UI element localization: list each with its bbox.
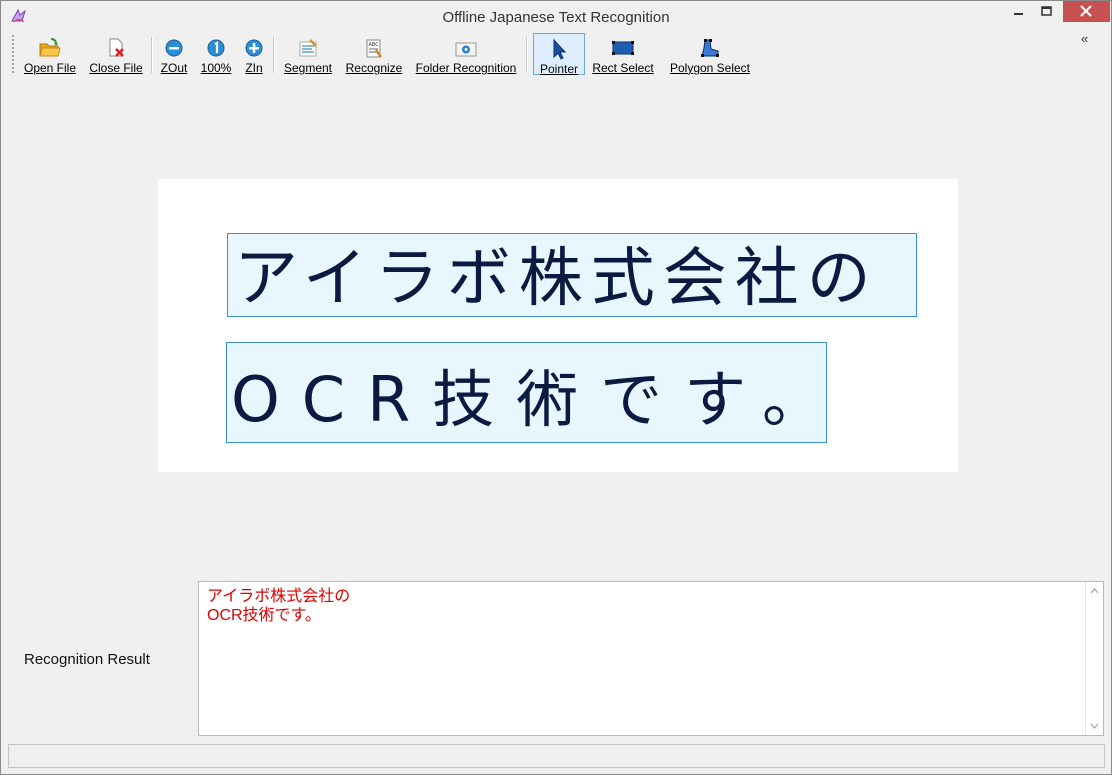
text-line-selection-2[interactable]: OCR技術です。	[226, 342, 827, 443]
polygon-select-label: Polygon Select	[669, 61, 751, 75]
window-title: Offline Japanese Text Recognition	[442, 9, 670, 26]
toolbar-separator	[151, 37, 153, 73]
toolbar: Open File Close File ZOut 100% ZIn Segme…	[8, 31, 1106, 77]
title-bar: Offline Japanese Text Recognition	[1, 1, 1111, 31]
recognition-result-label: Recognition Result	[24, 651, 150, 668]
segment-label: Segment	[283, 61, 333, 75]
document-image: アイラボ株式会社の OCR技術です。	[158, 179, 958, 472]
svg-text:ABC: ABC	[369, 42, 380, 48]
handwritten-line-1: アイラボ株式会社の	[234, 242, 879, 316]
status-bar	[8, 744, 1105, 768]
segment-icon	[299, 39, 317, 57]
zoom-100-label: 100%	[200, 61, 232, 75]
open-file-button[interactable]: Open File	[20, 33, 80, 75]
close-file-icon	[109, 38, 124, 57]
rect-select-label: Rect Select	[592, 61, 654, 75]
pointer-arrow-icon	[553, 38, 567, 60]
recognition-result-text: アイラボ株式会社の OCR技術です。	[207, 588, 351, 624]
pointer-label: Pointer	[539, 62, 579, 76]
close-window-button[interactable]	[1063, 1, 1110, 22]
polygon-select-icon	[701, 39, 719, 57]
app-window: Offline Japanese Text Recognition Open F…	[0, 0, 1112, 775]
rect-select-button[interactable]: Rect Select	[588, 33, 658, 75]
zoom-reset-icon	[207, 39, 225, 57]
folder-recognition-label: Folder Recognition	[415, 61, 517, 75]
maximize-icon	[1041, 6, 1052, 16]
image-canvas[interactable]: アイラボ株式会社の OCR技術です。	[8, 78, 1106, 576]
close-file-button[interactable]: Close File	[86, 33, 146, 75]
open-file-label: Open File	[23, 61, 77, 75]
toolbar-overflow-button[interactable]: «	[1081, 31, 1088, 46]
recognize-label: Recognize	[345, 61, 403, 75]
maximize-button[interactable]	[1030, 1, 1064, 22]
recognition-result-textarea[interactable]: アイラボ株式会社の OCR技術です。	[198, 581, 1104, 736]
recognize-button[interactable]: ABC Recognize	[343, 33, 405, 75]
polygon-select-button[interactable]: Polygon Select	[664, 33, 756, 75]
toolbar-grip[interactable]	[12, 35, 17, 73]
folder-gear-icon	[455, 42, 477, 57]
zoom-out-icon	[165, 39, 183, 57]
handwritten-line-2: OCR技術です。	[231, 363, 826, 436]
zoom-out-button[interactable]: ZOut	[157, 33, 191, 75]
zoom-in-label: ZIn	[245, 61, 263, 75]
svg-text:OCR技術です。: OCR技術です。	[231, 363, 826, 436]
result-scrollbar[interactable]	[1085, 582, 1103, 735]
folder-recognition-button[interactable]: Folder Recognition	[411, 33, 521, 75]
toolbar-separator	[526, 37, 528, 73]
rect-select-icon	[612, 41, 634, 55]
close-file-label: Close File	[89, 61, 143, 75]
segment-button[interactable]: Segment	[279, 33, 337, 75]
zoom-in-button[interactable]: ZIn	[240, 33, 268, 75]
zoom-out-label: ZOut	[160, 61, 188, 75]
svg-text:アイラボ株式会社の: アイラボ株式会社の	[234, 242, 879, 316]
zoom-100-button[interactable]: 100%	[197, 33, 235, 75]
pointer-button[interactable]: Pointer	[533, 33, 585, 76]
scroll-arrows-icon	[1090, 588, 1099, 729]
zoom-in-icon	[245, 39, 263, 57]
close-icon	[1080, 5, 1092, 17]
toolbar-separator	[273, 37, 275, 73]
open-folder-icon	[39, 38, 61, 57]
text-line-selection-1[interactable]: アイラボ株式会社の	[227, 233, 917, 317]
recognize-icon: ABC	[366, 39, 383, 58]
